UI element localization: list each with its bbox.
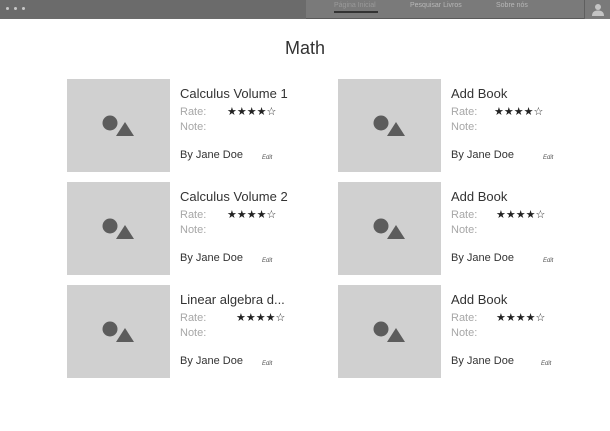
edit-link[interactable]: Edit bbox=[262, 361, 272, 367]
image-placeholder-icon bbox=[373, 115, 405, 136]
book-author: By Jane Doe bbox=[180, 252, 243, 264]
nav-active-indicator bbox=[334, 11, 378, 13]
rating-stars[interactable]: ★★★★☆ bbox=[236, 311, 285, 324]
note-label: Note: bbox=[451, 224, 478, 236]
book-card[interactable]: Add Book Rate: ★★★★☆ Note: By Jane Doe Edit bbox=[338, 182, 578, 275]
rating-stars[interactable]: ★★★★☆ bbox=[496, 208, 545, 221]
rate-label: Rate: bbox=[180, 106, 207, 118]
book-title[interactable]: Add Book bbox=[451, 86, 507, 101]
edit-link[interactable]: Edit bbox=[543, 258, 553, 264]
note-label: Note: bbox=[180, 327, 207, 339]
edit-link[interactable]: Edit bbox=[543, 155, 553, 161]
note-label: Note: bbox=[180, 121, 207, 133]
book-thumbnail[interactable] bbox=[67, 79, 170, 172]
image-placeholder-icon bbox=[102, 115, 134, 136]
rating-stars[interactable]: ★★★★☆ bbox=[227, 105, 276, 118]
nav-search-link[interactable]: Pesquisar Livros bbox=[410, 2, 462, 9]
window-dot bbox=[14, 7, 17, 10]
book-author: By Jane Doe bbox=[451, 355, 514, 367]
book-title[interactable]: Linear algebra d... bbox=[180, 292, 285, 307]
user-avatar-icon bbox=[592, 4, 604, 16]
window-dots bbox=[6, 7, 25, 10]
rate-label: Rate: bbox=[451, 209, 478, 221]
nav-panel: Página Inicial Pesquisar Livros Sobre nó… bbox=[306, 0, 584, 19]
book-thumbnail[interactable] bbox=[67, 182, 170, 275]
edit-link[interactable]: Edit bbox=[262, 155, 272, 161]
rate-label: Rate: bbox=[180, 209, 207, 221]
page-title: Math bbox=[284, 38, 326, 58]
book-card[interactable]: Calculus Volume 2 Rate: ★★★★☆ Note: By Jane … bbox=[67, 182, 307, 275]
book-card[interactable]: Add Book Rate: ★★★★☆ Note: By Jane Doe Edit bbox=[338, 79, 578, 172]
rate-label: Rate: bbox=[451, 106, 478, 118]
window-dot bbox=[22, 7, 25, 10]
rating-stars[interactable]: ★★★★☆ bbox=[494, 105, 543, 118]
image-placeholder-icon bbox=[373, 321, 405, 342]
top-bar: Página Inicial Pesquisar Livros Sobre nó… bbox=[0, 0, 610, 19]
rate-label: Rate: bbox=[180, 312, 207, 324]
rate-label: Rate: bbox=[451, 312, 478, 324]
window-dot bbox=[6, 7, 9, 10]
rating-stars[interactable]: ★★★★☆ bbox=[227, 208, 276, 221]
book-card[interactable]: Add Book Rate: ★★★★☆ Note: By Jane Doe Edit bbox=[338, 285, 578, 378]
account-button[interactable] bbox=[584, 0, 610, 19]
book-card[interactable]: Linear algebra d... Rate: ★★★★☆ Note: By Jan… bbox=[67, 285, 307, 378]
book-title[interactable]: Calculus Volume 1 bbox=[180, 86, 288, 101]
rating-stars[interactable]: ★★★★☆ bbox=[496, 311, 545, 324]
book-title[interactable]: Add Book bbox=[451, 189, 507, 204]
note-label: Note: bbox=[451, 327, 478, 339]
note-label: Note: bbox=[180, 224, 207, 236]
image-placeholder-icon bbox=[102, 218, 134, 239]
book-thumbnail[interactable] bbox=[67, 285, 170, 378]
nav-about-link[interactable]: Sobre nós bbox=[496, 2, 528, 9]
book-author: By Jane Doe bbox=[180, 355, 243, 367]
edit-link[interactable]: Edit bbox=[262, 258, 272, 264]
book-title[interactable]: Calculus Volume 2 bbox=[180, 189, 288, 204]
nav-home-link[interactable]: Página Inicial bbox=[334, 2, 376, 9]
edit-link[interactable]: Edit bbox=[541, 361, 551, 367]
book-thumbnail[interactable] bbox=[338, 285, 441, 378]
image-placeholder-icon bbox=[373, 218, 405, 239]
note-label: Note: bbox=[451, 121, 478, 133]
book-card[interactable]: Calculus Volume 1 Rate: ★★★★☆ Note: By Jane … bbox=[67, 79, 307, 172]
book-author: By Jane Doe bbox=[451, 252, 514, 264]
book-title[interactable]: Add Book bbox=[451, 292, 507, 307]
image-placeholder-icon bbox=[102, 321, 134, 342]
book-author: By Jane Doe bbox=[451, 149, 514, 161]
book-author: By Jane Doe bbox=[180, 149, 243, 161]
book-thumbnail[interactable] bbox=[338, 79, 441, 172]
book-thumbnail[interactable] bbox=[338, 182, 441, 275]
